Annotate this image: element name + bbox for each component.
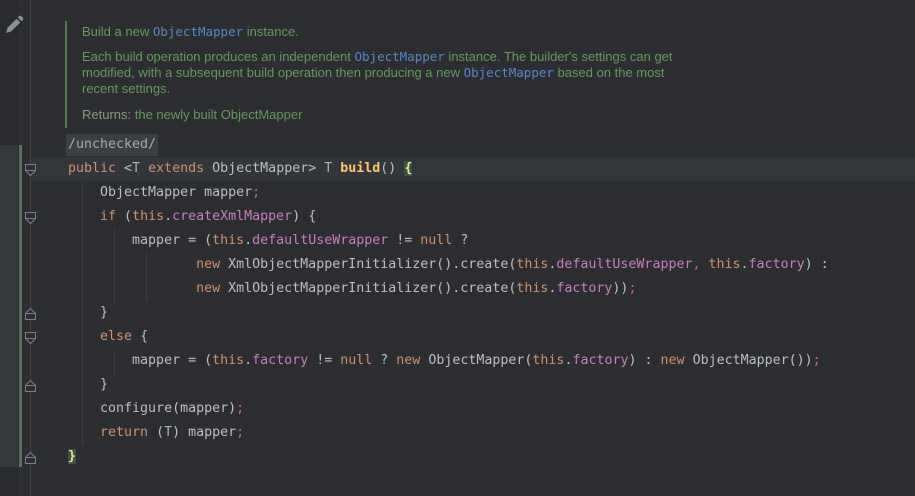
fold-expanded-start-icon[interactable] — [24, 162, 37, 176]
vcs-added-change-bar[interactable] — [19, 145, 22, 467]
indent-guide — [114, 229, 115, 302]
code-line[interactable]: if (this.createXmlMapper) { — [31, 205, 915, 229]
doc-line: modified, with a subsequent build operat… — [82, 65, 664, 81]
gutter-left-stripe-active-segment — [0, 145, 18, 467]
doc-line: recent settings. — [82, 81, 170, 97]
code-area[interactable]: public <T extends ObjectMapper> T build(… — [31, 157, 915, 469]
fold-expanded-start-icon[interactable] — [24, 210, 37, 224]
indent-guide — [146, 253, 147, 301]
code-line[interactable]: mapper = (this.defaultUseWrapper != null… — [31, 229, 915, 253]
doc-line: Build a new ObjectMapper instance. — [82, 24, 299, 40]
code-line[interactable]: } — [31, 445, 915, 469]
code-line[interactable]: configure(mapper); — [31, 397, 915, 421]
code-line[interactable]: mapper = (this.factory != null ? new Obj… — [31, 349, 915, 373]
code-line[interactable]: new XmlObjectMapperInitializer().create(… — [31, 253, 915, 277]
fold-expanded-end-icon[interactable] — [24, 306, 37, 320]
code-line[interactable]: new XmlObjectMapperInitializer().create(… — [31, 277, 915, 301]
code-editor: Build a new ObjectMapper instance. Each b… — [0, 0, 915, 496]
code-line[interactable]: } — [31, 373, 915, 397]
fold-expanded-end-icon[interactable] — [24, 378, 37, 392]
code-line-caret[interactable]: public <T extends ObjectMapper> T build(… — [31, 157, 915, 181]
code-line[interactable]: return (T) mapper; — [31, 421, 915, 445]
indent-guide — [114, 350, 115, 374]
code-line[interactable]: else { — [31, 325, 915, 349]
fold-expanded-start-icon[interactable] — [24, 330, 37, 344]
code-line[interactable]: ObjectMapper mapper; — [31, 181, 915, 205]
doc-comment-border — [65, 21, 67, 128]
indent-guide — [82, 182, 83, 445]
code-line[interactable]: } — [31, 301, 915, 325]
doc-line: Returns: the newly built ObjectMapper — [82, 107, 302, 123]
fold-expanded-end-icon[interactable] — [24, 450, 37, 464]
annotation-fold-chip[interactable]: /unchecked/ — [66, 134, 158, 156]
doc-edit-pencil-icon[interactable] — [2, 13, 26, 37]
doc-line: Each build operation produces an indepen… — [82, 49, 673, 65]
